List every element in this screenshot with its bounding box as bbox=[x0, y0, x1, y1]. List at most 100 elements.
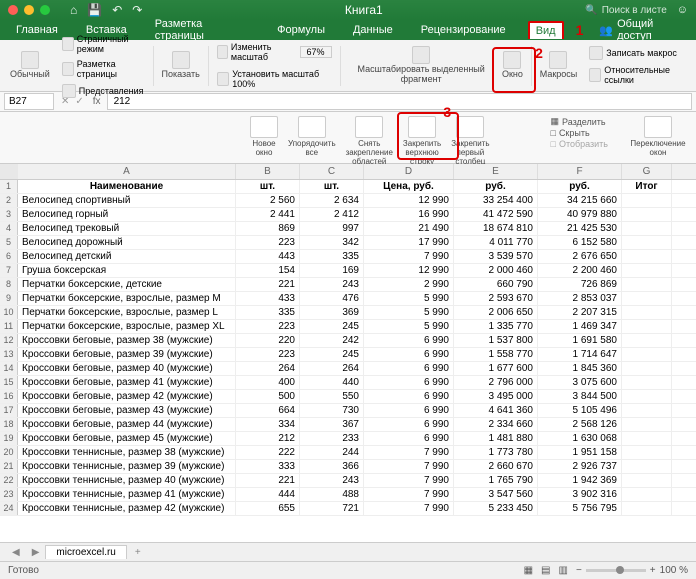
cell[interactable]: 366 bbox=[300, 460, 364, 473]
cell[interactable]: 664 bbox=[236, 404, 300, 417]
row-1[interactable]: 1 bbox=[0, 180, 18, 193]
row-hdr[interactable]: 23 bbox=[0, 488, 18, 501]
cell[interactable]: 12 990 bbox=[364, 194, 454, 207]
cell[interactable]: 221 bbox=[236, 474, 300, 487]
unfreeze-btn[interactable]: Снять закрепление областей bbox=[346, 116, 393, 166]
col-F[interactable]: F bbox=[538, 164, 622, 179]
cell[interactable]: 40 979 880 bbox=[538, 208, 622, 221]
cell[interactable]: Кроссовки беговые, размер 43 (мужские) bbox=[18, 404, 236, 417]
cell[interactable]: Груша боксерская bbox=[18, 264, 236, 277]
row-hdr[interactable]: 12 bbox=[0, 334, 18, 347]
cell[interactable]: 6 990 bbox=[364, 404, 454, 417]
zoom-control[interactable]: − + 100 % bbox=[576, 565, 688, 576]
cell[interactable]: 2 000 460 bbox=[454, 264, 538, 277]
cell[interactable]: 2 660 670 bbox=[454, 460, 538, 473]
row-hdr[interactable]: 6 bbox=[0, 250, 18, 263]
cell[interactable]: 222 bbox=[236, 446, 300, 459]
col-G[interactable]: G bbox=[622, 164, 672, 179]
cell[interactable] bbox=[622, 264, 672, 277]
cell[interactable]: 367 bbox=[300, 418, 364, 431]
cell[interactable]: 16 990 bbox=[364, 208, 454, 221]
cell[interactable]: Кроссовки теннисные, размер 41 (мужские) bbox=[18, 488, 236, 501]
row-hdr[interactable]: 8 bbox=[0, 278, 18, 291]
cell[interactable]: 6 990 bbox=[364, 418, 454, 431]
cell[interactable]: 997 bbox=[300, 222, 364, 235]
cell[interactable]: 1 691 580 bbox=[538, 334, 622, 347]
cell[interactable]: 2 926 737 bbox=[538, 460, 622, 473]
tab-data[interactable]: Данные bbox=[347, 22, 399, 38]
cell[interactable]: 34 215 660 bbox=[538, 194, 622, 207]
cell[interactable]: 7 990 bbox=[364, 488, 454, 501]
cell[interactable]: 2 568 126 bbox=[538, 418, 622, 431]
page-break-btn[interactable]: Разметка страницы bbox=[58, 57, 149, 81]
cell[interactable]: 242 bbox=[300, 334, 364, 347]
col-C[interactable]: C bbox=[300, 164, 364, 179]
cell[interactable]: 7 990 bbox=[364, 460, 454, 473]
cell[interactable] bbox=[622, 418, 672, 431]
cell[interactable]: 7 990 bbox=[364, 474, 454, 487]
tab-review[interactable]: Рецензирование bbox=[415, 22, 512, 38]
cell[interactable]: 660 790 bbox=[454, 278, 538, 291]
cell[interactable] bbox=[622, 404, 672, 417]
zoom-selection-btn[interactable]: Масштабировать выделенный фрагмент bbox=[344, 46, 498, 85]
cell[interactable]: 3 495 000 bbox=[454, 390, 538, 403]
cell[interactable]: Кроссовки беговые, размер 40 (мужские) bbox=[18, 362, 236, 375]
cell[interactable] bbox=[622, 292, 672, 305]
row-hdr[interactable]: 7 bbox=[0, 264, 18, 277]
cell[interactable]: 18 674 810 bbox=[454, 222, 538, 235]
cell[interactable]: 4 011 770 bbox=[454, 236, 538, 249]
cell[interactable]: 2 334 660 bbox=[454, 418, 538, 431]
cell[interactable]: Кроссовки беговые, размер 41 (мужские) bbox=[18, 376, 236, 389]
col-A[interactable]: A bbox=[18, 164, 236, 179]
cell[interactable] bbox=[622, 278, 672, 291]
cell[interactable]: 6 990 bbox=[364, 362, 454, 375]
switch-windows-btn[interactable]: Переключение окон bbox=[630, 116, 686, 158]
col-B[interactable]: B bbox=[236, 164, 300, 179]
cell[interactable]: 3 075 600 bbox=[538, 376, 622, 389]
row-hdr[interactable]: 17 bbox=[0, 404, 18, 417]
window-btn[interactable]: Окно 2 bbox=[498, 51, 527, 80]
cell[interactable]: 2 634 bbox=[300, 194, 364, 207]
cell[interactable]: 41 472 590 bbox=[454, 208, 538, 221]
cell[interactable]: 12 990 bbox=[364, 264, 454, 277]
sheet-nav-prev[interactable]: ◀ bbox=[6, 547, 26, 558]
cell[interactable]: 3 844 500 bbox=[538, 390, 622, 403]
cell[interactable]: 7 990 bbox=[364, 250, 454, 263]
cell[interactable]: Кроссовки беговые, размер 44 (мужские) bbox=[18, 418, 236, 431]
cell[interactable] bbox=[622, 236, 672, 249]
cell[interactable]: 476 bbox=[300, 292, 364, 305]
cell[interactable]: Велосипед спортивный bbox=[18, 194, 236, 207]
cell[interactable]: 223 bbox=[236, 320, 300, 333]
cell[interactable]: 4 641 360 bbox=[454, 404, 538, 417]
view-layout-icon[interactable]: ▤ bbox=[541, 565, 550, 576]
cell[interactable]: 5 990 bbox=[364, 306, 454, 319]
cell[interactable]: Перчатки боксерские, взрослые, размер M bbox=[18, 292, 236, 305]
zoom-out-icon[interactable]: − bbox=[576, 565, 582, 576]
cell[interactable]: 264 bbox=[236, 362, 300, 375]
cell[interactable] bbox=[622, 488, 672, 501]
cell[interactable]: 21 490 bbox=[364, 222, 454, 235]
cell[interactable] bbox=[622, 222, 672, 235]
cell[interactable] bbox=[622, 334, 672, 347]
cell[interactable]: 1 845 360 bbox=[538, 362, 622, 375]
row-hdr[interactable]: 2 bbox=[0, 194, 18, 207]
cell[interactable]: 2 853 037 bbox=[538, 292, 622, 305]
row-hdr[interactable]: 19 bbox=[0, 432, 18, 445]
record-macro-btn[interactable]: Записать макрос bbox=[585, 44, 690, 62]
cell[interactable]: 1 714 647 bbox=[538, 348, 622, 361]
home-icon[interactable]: ⌂ bbox=[70, 3, 77, 17]
cell[interactable]: 335 bbox=[300, 250, 364, 263]
name-box[interactable]: B27 bbox=[4, 93, 54, 110]
cell[interactable]: 1 677 600 bbox=[454, 362, 538, 375]
tab-home[interactable]: Главная bbox=[10, 22, 64, 38]
tab-formulas[interactable]: Формулы bbox=[271, 22, 331, 38]
cell[interactable]: Кроссовки беговые, размер 38 (мужские) bbox=[18, 334, 236, 347]
cell[interactable]: 433 bbox=[236, 292, 300, 305]
cell[interactable]: 2 441 bbox=[236, 208, 300, 221]
cell[interactable] bbox=[622, 250, 672, 263]
cell[interactable]: 5 990 bbox=[364, 320, 454, 333]
sheet-nav-next[interactable]: ▶ bbox=[26, 547, 46, 558]
row-hdr[interactable]: 16 bbox=[0, 390, 18, 403]
cell[interactable]: Велосипед горный bbox=[18, 208, 236, 221]
cell[interactable]: 2 006 650 bbox=[454, 306, 538, 319]
